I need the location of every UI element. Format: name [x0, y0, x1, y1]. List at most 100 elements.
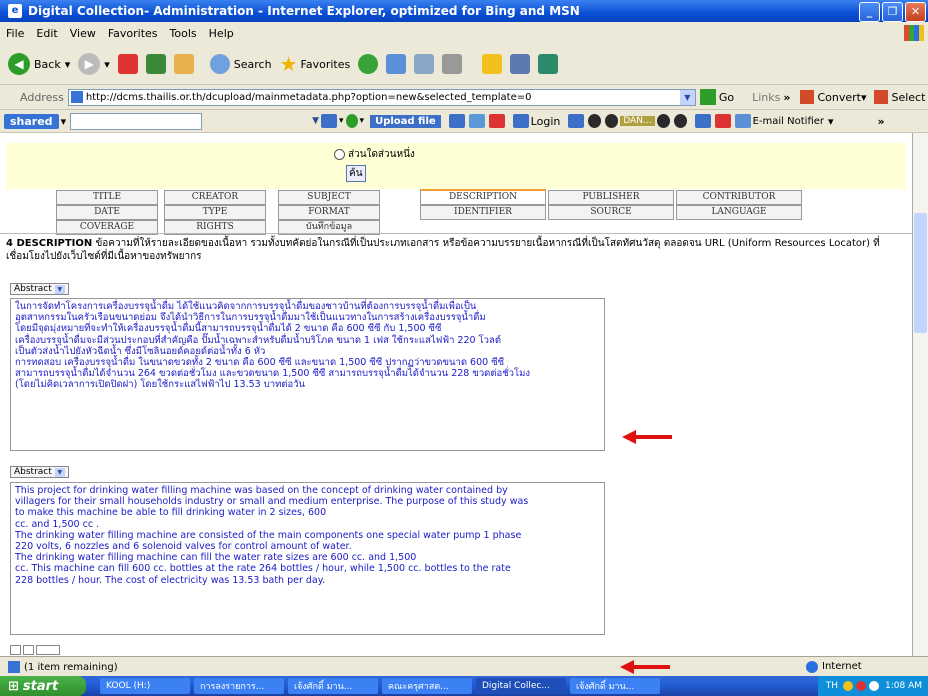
history-icon[interactable] [358, 54, 379, 74]
radio-any-part[interactable]: ส่วนใดส่วนหนึ่ง [334, 147, 415, 162]
taskbar-item-active[interactable]: Digital Collec... [476, 678, 566, 694]
tab-identifier[interactable]: IDENTIFIER [420, 205, 546, 220]
tab-source[interactable]: SOURCE [548, 205, 674, 220]
ie-icon: e [8, 4, 22, 18]
addon-icon-9[interactable] [656, 114, 670, 128]
search-options-panel: ส่วนใดส่วนหนึ่ง ค้น [6, 143, 906, 189]
tab-subject[interactable]: SUBJECT [278, 190, 380, 205]
login-button[interactable]: Login [531, 115, 561, 128]
radio-circle-icon [334, 149, 345, 160]
addon-icon-4[interactable] [468, 114, 485, 128]
abstract-textarea-english[interactable]: This project for drinking water filling … [10, 482, 605, 635]
tab-date[interactable]: DATE [56, 205, 158, 220]
print-icon[interactable] [414, 54, 435, 74]
favorites-button[interactable]: ★ Favorites [280, 52, 351, 76]
go-arrow-icon[interactable] [699, 89, 716, 105]
taskbar-item[interactable]: เจ้งศักดิ์ มาน... [570, 678, 660, 694]
messenger-icon[interactable] [538, 54, 559, 74]
shared-button[interactable]: shared [4, 113, 59, 129]
close-button[interactable]: ✕ [905, 2, 926, 22]
edit-icon[interactable] [442, 54, 463, 74]
maximize-button[interactable]: ❐ [882, 2, 903, 22]
mail-icon[interactable] [386, 54, 407, 74]
taskbar-item[interactable]: เจ้งศักดิ์ มาน... [288, 678, 378, 694]
vertical-scrollbar[interactable] [913, 133, 928, 656]
abstract-select-thai[interactable]: Abstract ▼ [10, 283, 69, 295]
email-notifier-button[interactable]: E-mail Notifier [753, 116, 824, 127]
back-button[interactable]: ◀ Back ▾ [8, 53, 70, 75]
select-icon [874, 90, 889, 104]
addon-icon-6[interactable] [568, 114, 585, 128]
stop-icon[interactable] [117, 54, 138, 74]
tray-icon[interactable] [869, 681, 879, 691]
find-button[interactable]: ค้น [346, 165, 366, 182]
menu-favorites[interactable]: Favorites [102, 27, 164, 40]
address-dropdown-icon[interactable]: ▼ [679, 89, 695, 105]
menu-edit[interactable]: Edit [30, 27, 63, 40]
start-button[interactable]: ⊞ start [0, 676, 86, 696]
addon-icon-7[interactable] [588, 114, 602, 128]
taskbar: ⊞ start KOOL (H:) การลงรายการ... เจ้งศัก… [0, 676, 928, 696]
windows-flag-icon: ⊞ [8, 678, 19, 694]
abstract-english-line: villagers for their small households ind… [15, 496, 529, 508]
menu-file[interactable]: File [0, 27, 30, 40]
addon-icon-8[interactable] [605, 114, 619, 128]
addon-icon-11[interactable] [694, 114, 711, 128]
abstract-textarea-thai[interactable]: ในการจัดทำโครงการเครื่องบรรจุน้ำดื่ม ได้… [10, 298, 605, 451]
favorites-label: Favorites [300, 57, 351, 71]
star-icon: ★ [279, 52, 298, 76]
tab-language[interactable]: LANGUAGE [676, 205, 802, 220]
home-icon[interactable] [173, 54, 194, 74]
search-icon [209, 54, 230, 74]
forward-arrow-icon: ▶ [78, 53, 101, 75]
language-indicator[interactable]: TH [826, 681, 838, 691]
taskbar-item[interactable]: การลงรายการ... [194, 678, 284, 694]
tab-publisher[interactable]: PUBLISHER [548, 190, 674, 205]
refresh-icon[interactable] [145, 54, 166, 74]
tab-creator[interactable]: CREATOR [164, 190, 266, 205]
taskbar-item[interactable]: คณะครุศาสต... [382, 678, 472, 694]
select-button[interactable]: Select [891, 91, 925, 104]
field-control-icon[interactable] [10, 645, 21, 655]
addon-icon-10[interactable] [673, 114, 687, 128]
folder-icon[interactable] [482, 54, 503, 74]
tray-icon[interactable] [856, 681, 866, 691]
menu-tools[interactable]: Tools [164, 27, 203, 40]
go-button[interactable]: Go [719, 91, 734, 104]
tab-type[interactable]: TYPE [164, 205, 266, 220]
field-control-icon[interactable] [23, 645, 34, 655]
start-label: start [22, 678, 59, 694]
clock: 1:08 AM [885, 681, 922, 691]
search-button[interactable]: Search [202, 54, 272, 74]
addon-icon-5[interactable] [488, 114, 505, 128]
addon-icon-2[interactable] [345, 114, 358, 128]
upload-file-button[interactable]: Upload file [370, 114, 441, 128]
tray-icon[interactable] [843, 681, 853, 691]
dan-dropdown[interactable]: DAN... [620, 116, 655, 126]
window-titlebar: e Digital Collection- Administration - I… [0, 0, 928, 22]
tab-format[interactable]: FORMAT [278, 205, 380, 220]
forward-button[interactable]: ▶ ▾ [78, 53, 110, 75]
addon-search-input[interactable] [70, 112, 203, 130]
addon-icon-3[interactable] [448, 114, 465, 128]
tab-title[interactable]: TITLE [56, 190, 158, 205]
minimize-button[interactable]: _ [859, 2, 880, 22]
address-input[interactable]: http://dcms.thailis.or.th/dcupload/mainm… [67, 88, 696, 106]
addon-icon-1[interactable] [321, 114, 338, 128]
back-label: Back [34, 57, 61, 71]
tab-contributor[interactable]: CONTRIBUTOR [676, 190, 802, 205]
menu-help[interactable]: Help [203, 27, 240, 40]
abstract-thai-line: สามารถบรรจุน้ำดื่มได้จำนวน 264 ขวดต่อชั่… [15, 368, 531, 380]
links-button[interactable]: Links [752, 91, 780, 104]
field-control-icon[interactable] [36, 645, 60, 655]
menu-view[interactable]: View [64, 27, 102, 40]
address-url: http://dcms.thailis.or.th/dcupload/mainm… [85, 91, 532, 103]
taskbar-item[interactable]: KOOL (H:) [100, 678, 190, 694]
abstract-select-english[interactable]: Abstract ▼ [10, 466, 69, 478]
scrollbar-thumb[interactable] [914, 213, 927, 333]
addon-icon-12[interactable] [714, 114, 731, 128]
convert-icon [800, 90, 815, 104]
research-icon[interactable] [510, 54, 531, 74]
convert-button[interactable]: Convert [817, 91, 861, 104]
tab-description[interactable]: DESCRIPTION [420, 189, 546, 205]
